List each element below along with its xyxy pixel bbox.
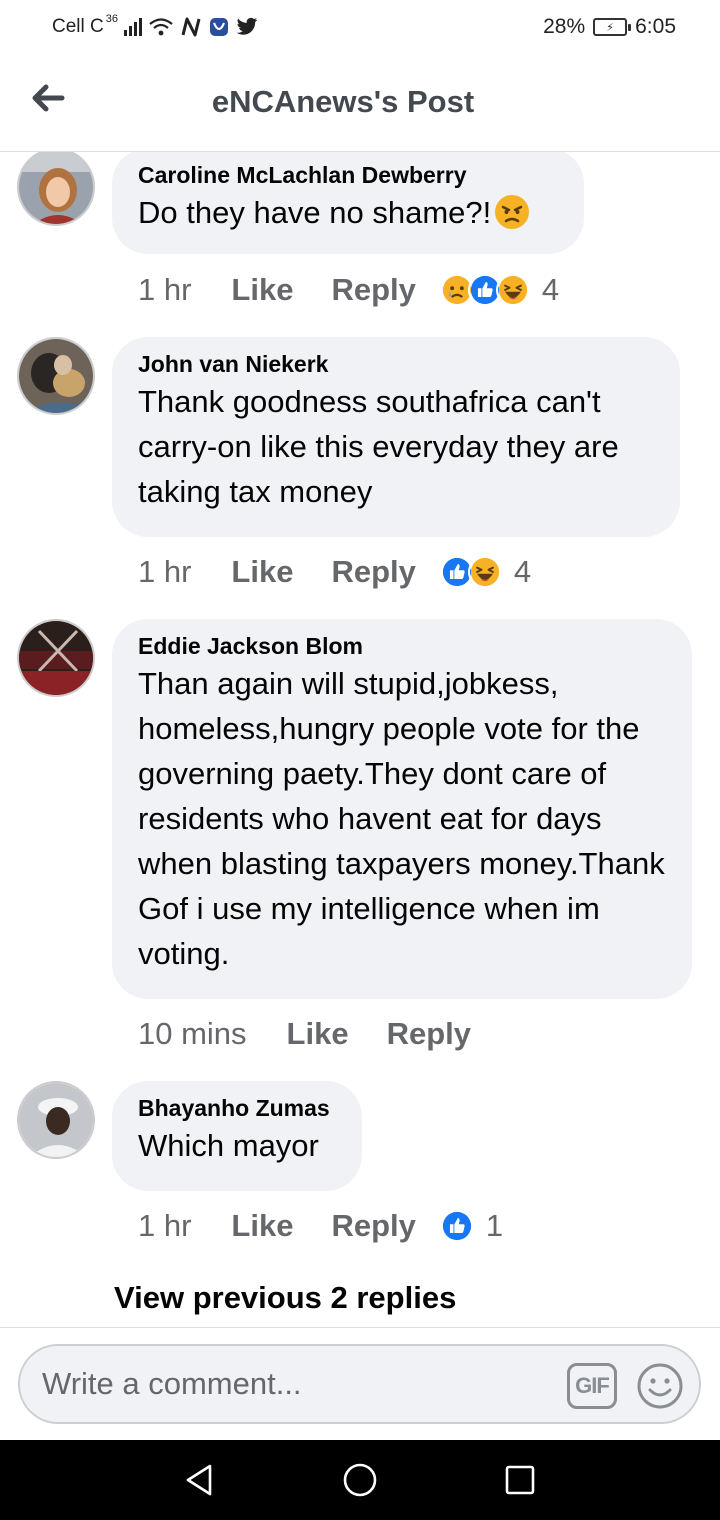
- comment-bubble[interactable]: John van Niekerk Thank goodness southafr…: [112, 337, 680, 537]
- clock: 6:05: [635, 15, 676, 38]
- battery-icon: ⚡: [593, 18, 632, 36]
- comment-time[interactable]: 1 hr: [138, 554, 191, 590]
- comment-composer: GIF: [0, 1327, 720, 1440]
- back-triangle-icon[interactable]: [182, 1462, 218, 1498]
- avatar-image: [19, 339, 93, 413]
- network-type: 36: [105, 13, 118, 25]
- avatar[interactable]: [17, 1081, 95, 1159]
- home-circle-icon[interactable]: [342, 1462, 378, 1498]
- reply-button[interactable]: Reply: [331, 1208, 415, 1244]
- comment-time[interactable]: 1 hr: [138, 272, 191, 308]
- battery-percent: 28%: [543, 15, 586, 38]
- reply-button[interactable]: Reply: [331, 554, 415, 590]
- app-header: eNCAnews's Post: [0, 56, 720, 152]
- haha-reaction-icon: [467, 555, 502, 589]
- reaction-count[interactable]: 1: [486, 1208, 503, 1244]
- gif-button[interactable]: GIF: [567, 1363, 617, 1409]
- like-button[interactable]: Like: [231, 554, 293, 590]
- reactions-summary[interactable]: [439, 555, 502, 589]
- nfc-icon: [181, 17, 201, 37]
- comment-feed[interactable]: Caroline McLachlan Dewberry Do they have…: [0, 152, 720, 1327]
- like-button[interactable]: Like: [287, 1016, 349, 1052]
- like-button[interactable]: Like: [231, 272, 293, 308]
- avatar[interactable]: [17, 337, 95, 415]
- comment-bubble[interactable]: Caroline McLachlan Dewberry Do they have…: [112, 152, 584, 254]
- signal-icon: [123, 18, 142, 36]
- vpn-icon: [209, 18, 228, 36]
- comment-text: Than again will stupid,jobkess, homeless…: [138, 666, 665, 971]
- comment-meta: 1 hr Like Reply 4: [138, 270, 559, 310]
- smiley-icon[interactable]: [636, 1362, 684, 1410]
- status-right: 28% ⚡ 6:05: [543, 15, 676, 39]
- reactions-summary[interactable]: [439, 1209, 474, 1243]
- comment-author[interactable]: Eddie Jackson Blom: [138, 631, 666, 661]
- comment-time[interactable]: 1 hr: [138, 1208, 191, 1244]
- avatar-image: [19, 621, 93, 695]
- carrier-name: Cell C: [52, 16, 104, 37]
- reactions-summary[interactable]: [439, 273, 530, 307]
- comment-author[interactable]: John van Niekerk: [138, 349, 654, 379]
- haha-reaction-icon: [495, 273, 530, 307]
- comment-author[interactable]: Caroline McLachlan Dewberry: [138, 160, 558, 190]
- reaction-count[interactable]: 4: [542, 272, 559, 308]
- reply-button[interactable]: Reply: [331, 272, 415, 308]
- comment-author[interactable]: Bhayanho Zumas: [138, 1093, 336, 1123]
- comment-text: Thank goodness southafrica can't carry-o…: [138, 384, 619, 509]
- page-title: eNCAnews's Post: [211, 84, 475, 119]
- avatar[interactable]: [17, 152, 95, 226]
- angry-face-emoji: [495, 195, 530, 229]
- status-left: Cell C 36: [52, 13, 258, 38]
- comment-text-body: Do they have no shame?!: [138, 195, 492, 230]
- recents-square-icon[interactable]: [502, 1462, 538, 1498]
- twitter-icon: [236, 17, 258, 35]
- comment-text: Do they have no shame?!: [138, 190, 558, 235]
- comment-meta: 10 mins Like Reply: [138, 1014, 495, 1054]
- comment-meta: 1 hr Like Reply 1: [138, 1206, 503, 1246]
- comment-meta: 1 hr Like Reply 4: [138, 552, 531, 592]
- avatar[interactable]: [17, 619, 95, 697]
- reaction-count[interactable]: 4: [514, 554, 531, 590]
- comment-bubble[interactable]: Bhayanho Zumas Which mayor: [112, 1081, 362, 1191]
- like-reaction-icon: [439, 1209, 474, 1243]
- wifi-icon: [149, 18, 173, 36]
- like-button[interactable]: Like: [231, 1208, 293, 1244]
- status-bar: Cell C 36 28% ⚡ 6:05: [0, 0, 720, 56]
- view-previous-replies-link[interactable]: View previous 2 replies: [114, 1280, 456, 1316]
- system-nav-bar: [0, 1440, 720, 1520]
- comment-bubble[interactable]: Eddie Jackson Blom Than again will stupi…: [112, 619, 692, 999]
- comment-text: Which mayor: [138, 1128, 319, 1163]
- avatar-image: [19, 152, 93, 224]
- avatar-image: [19, 1083, 93, 1157]
- reply-button[interactable]: Reply: [387, 1016, 471, 1052]
- comment-time[interactable]: 10 mins: [138, 1016, 247, 1052]
